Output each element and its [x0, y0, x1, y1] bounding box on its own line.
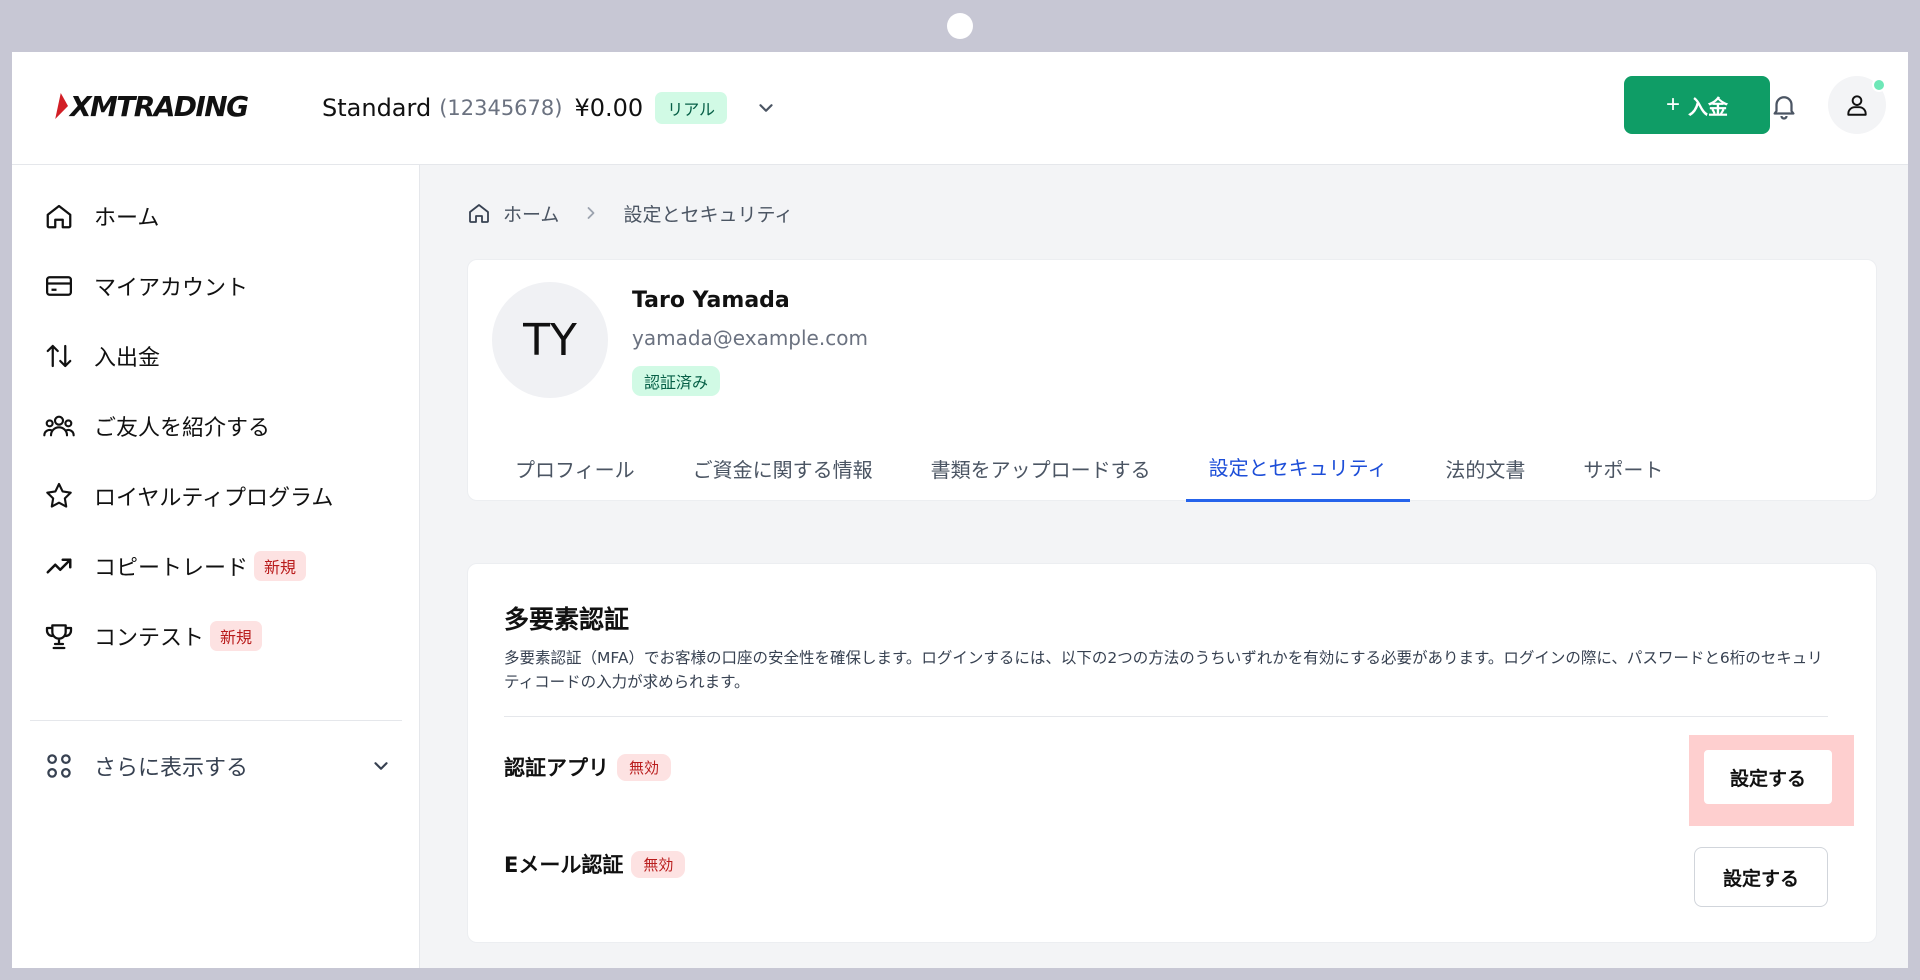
sidebar-item-label: ご友人を紹介する	[94, 416, 271, 441]
method-label: 認証アプリ	[504, 756, 609, 780]
device-camera	[947, 13, 973, 39]
logo-text: XMTRADING	[70, 89, 249, 123]
deposit-button[interactable]: + 入金	[1624, 76, 1770, 134]
tab-upload-documents[interactable]: 書類をアップロードする	[908, 434, 1174, 502]
show-more-label: さらに表示する	[94, 756, 249, 781]
logo[interactable]: XMTRADING	[55, 86, 249, 126]
sidebar-item-label: マイアカウント	[94, 276, 249, 301]
sidebar-item-home[interactable]: ホーム	[42, 193, 159, 239]
mfa-title: 多要素認証	[504, 605, 630, 634]
users-icon	[43, 415, 75, 437]
sidebar-item-contest[interactable]: コンテスト 新規	[42, 613, 263, 659]
sidebar-item-label: コピートレード	[94, 556, 249, 581]
grid-icon	[47, 754, 71, 778]
star-icon	[46, 482, 72, 508]
sidebar-divider	[30, 720, 402, 721]
avatar: TY	[492, 282, 608, 398]
trophy-icon	[45, 624, 73, 650]
account-balance: ¥0.00	[574, 94, 644, 122]
method-label: Eメール認証	[504, 853, 624, 877]
chevron-right-icon	[588, 207, 595, 219]
status-badge: 無効	[617, 753, 672, 781]
tab-funds-info[interactable]: ご資金に関する情報	[670, 434, 896, 502]
tab-legal-documents[interactable]: 法的文書	[1422, 434, 1548, 502]
new-badge: 新規	[210, 621, 263, 651]
setup-authenticator-button[interactable]: 設定する	[1704, 750, 1832, 804]
mfa-method-email: Eメール認証 無効	[504, 849, 686, 879]
user-icon	[1847, 95, 1867, 116]
breadcrumb-current: 設定とセキュリティ	[623, 203, 794, 226]
tab-profile[interactable]: プロフィール	[492, 434, 658, 502]
account-selector[interactable]: Standard (12345678) ¥0.00 リアル	[322, 90, 777, 126]
sidebar-item-label: ロイヤルティプログラム	[94, 486, 334, 511]
sidebar-show-more[interactable]: さらに表示する	[42, 743, 402, 789]
profile-name: Taro Yamada	[632, 288, 790, 313]
new-badge: 新規	[254, 551, 307, 581]
sidebar-item-my-account[interactable]: マイアカウント	[42, 263, 248, 309]
card-icon	[46, 276, 72, 296]
deposit-label: 入金	[1688, 96, 1728, 119]
breadcrumb-home[interactable]: ホーム	[503, 200, 559, 227]
sidebar-item-label: ホーム	[94, 206, 160, 231]
transfer-icon	[46, 344, 72, 368]
mfa-description: 多要素認証（MFA）でお客様の口座の安全性を確保します。ログインするには、以下の…	[504, 649, 1823, 691]
profile-tabs: プロフィール ご資金に関する情報 書類をアップロードする 設定とセキュリティ 法…	[492, 434, 1698, 502]
sidebar-item-referral[interactable]: ご友人を紹介する	[42, 403, 270, 449]
top-header: XMTRADING Standard (12345678) ¥0.00 リアル …	[12, 52, 1908, 165]
bell-icon	[1773, 96, 1795, 120]
home-icon[interactable]	[467, 201, 491, 225]
notifications-button[interactable]	[1764, 86, 1804, 126]
sidebar-item-label: コンテスト	[94, 626, 205, 651]
profile-card: TY Taro Yamada yamada@example.com 認証済み プ…	[467, 259, 1877, 502]
mfa-divider	[504, 716, 1828, 717]
sidebar-item-label: 入出金	[94, 346, 161, 371]
chevron-down-icon	[374, 762, 388, 770]
profile-email: yamada@example.com	[632, 326, 868, 350]
account-type: Standard	[322, 94, 432, 122]
sidebar-item-deposit-withdraw[interactable]: 入出金	[42, 333, 160, 379]
app-screen: XMTRADING Standard (12345678) ¥0.00 リアル …	[12, 52, 1908, 968]
sidebar-item-copy-trade[interactable]: コピートレード 新規	[42, 543, 307, 589]
sidebar: ホーム マイアカウント 入出金 ご友人を紹介する ロイヤルティプログラム コピー…	[12, 165, 420, 968]
logo-mark-icon	[55, 93, 71, 119]
chevron-down-icon[interactable]	[755, 97, 777, 119]
setup-email-button[interactable]: 設定する	[1694, 847, 1828, 907]
verified-badge: 認証済み	[632, 366, 721, 396]
mfa-method-authenticator: 認証アプリ 無効	[504, 752, 672, 782]
plus-icon: +	[1665, 91, 1680, 118]
trend-icon	[46, 558, 72, 574]
breadcrumb: ホーム 設定とセキュリティ	[467, 198, 793, 228]
tab-support[interactable]: サポート	[1560, 434, 1686, 502]
home-icon	[46, 204, 72, 229]
account-number: (12345678)	[439, 96, 563, 120]
tab-settings-security[interactable]: 設定とセキュリティ	[1185, 434, 1411, 502]
status-badge: 無効	[631, 850, 686, 878]
mfa-card: 多要素認証 多要素認証（MFA）でお客様の口座の安全性を確保します。ログインする…	[467, 563, 1877, 943]
online-status-dot	[1872, 78, 1886, 92]
sidebar-item-loyalty[interactable]: ロイヤルティプログラム	[42, 473, 333, 519]
account-mode-badge: リアル	[655, 92, 728, 124]
